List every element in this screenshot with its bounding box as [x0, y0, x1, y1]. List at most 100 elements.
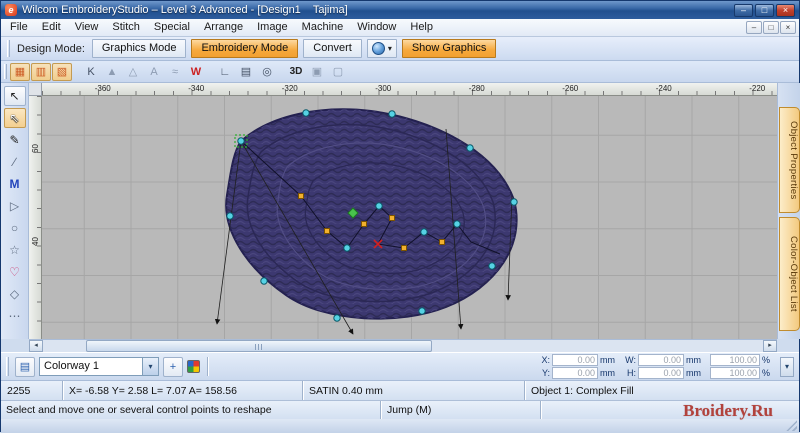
- hintbar: Select and move one or several control p…: [1, 400, 799, 419]
- travel-mode: Jump (M): [381, 401, 541, 419]
- digitize-pen-tool[interactable]: ✎: [4, 130, 26, 150]
- mdi-controls: – □ ×: [746, 19, 799, 36]
- menu-help[interactable]: Help: [403, 19, 440, 36]
- tab-color-object-list[interactable]: Color-Object List: [779, 217, 800, 331]
- menu-items: File Edit View Stitch Special Arrange Image Mac…: [3, 19, 440, 36]
- extra-icon-1[interactable]: ▣: [307, 63, 327, 81]
- machine-format-button[interactable]: ▾: [366, 39, 397, 58]
- design-canvas[interactable]: [42, 96, 777, 339]
- maximize-button[interactable]: □: [755, 3, 774, 17]
- h-field[interactable]: 0.00: [638, 367, 684, 379]
- chevron-down-icon[interactable]: ▾: [143, 357, 159, 376]
- lettering-icon[interactable]: W: [186, 63, 206, 81]
- menu-edit[interactable]: Edit: [35, 19, 68, 36]
- show-graphics-button[interactable]: Show Graphics: [401, 39, 497, 58]
- grid-icon[interactable]: ▤: [236, 63, 256, 81]
- embroidery-object[interactable]: [225, 108, 518, 320]
- menu-view[interactable]: View: [68, 19, 106, 36]
- window-title: Wilcom EmbroideryStudio – Level 3 Advanc…: [22, 4, 348, 16]
- mdi-restore-button[interactable]: □: [763, 21, 779, 34]
- hint-text: Select and move one or several control p…: [1, 401, 381, 419]
- more-tools[interactable]: ⋯: [4, 306, 26, 326]
- panel-options-button[interactable]: ▾: [780, 356, 794, 377]
- scale-x-field[interactable]: 100.00: [710, 354, 760, 366]
- toolbar-grip[interactable]: [6, 357, 9, 376]
- circle-tool[interactable]: ○: [4, 218, 26, 238]
- menu-arrange[interactable]: Arrange: [197, 19, 250, 36]
- mdi-minimize-button[interactable]: –: [746, 21, 762, 34]
- y-unit: mm: [600, 368, 615, 378]
- graphics-mode-button[interactable]: Graphics Mode: [91, 39, 187, 58]
- mdi-close-button[interactable]: ×: [780, 21, 796, 34]
- menu-window[interactable]: Window: [350, 19, 403, 36]
- design-mode-label: Design Mode:: [17, 42, 85, 55]
- toolbar-grip[interactable]: [4, 64, 7, 79]
- tab-object-properties[interactable]: Object Properties: [779, 107, 800, 213]
- w-field[interactable]: 0.00: [638, 354, 684, 366]
- show-stitches-icon[interactable]: ▥: [31, 62, 51, 81]
- toolbox: ↖ ⇖ ✎ ∕ M ▷ ○ ☆ ♡ ◇ ⋯: [1, 83, 29, 339]
- statusbar: 2255 X= -6.58 Y= 2.58 L= 7.07 A= 158.56 …: [1, 381, 799, 400]
- view-toolbar-icons: ▦ ▥ ▧ K ▲ △ A ≈ W ∟ ▤ ◎ 3D ▣ ▢: [10, 62, 348, 81]
- window-frame-bottom: [1, 419, 799, 433]
- toolbar-grip[interactable]: [7, 40, 10, 57]
- add-colorway-button[interactable]: +: [163, 356, 183, 377]
- extra-icon-2[interactable]: ▢: [328, 63, 348, 81]
- slow-redraw-icon[interactable]: ▲: [102, 63, 122, 81]
- menu-stitch[interactable]: Stitch: [105, 19, 147, 36]
- resize-grip-icon[interactable]: [786, 420, 797, 431]
- menu-machine[interactable]: Machine: [295, 19, 351, 36]
- line-tool[interactable]: ∕: [4, 152, 26, 172]
- select-tool[interactable]: ↖: [3, 86, 26, 106]
- colorway-selected-value[interactable]: Colorway 1: [39, 357, 143, 376]
- x-field[interactable]: 0.00: [552, 354, 598, 366]
- selected-object-info: Object 1: Complex Fill: [531, 384, 634, 397]
- scale-y-unit: %: [762, 368, 771, 378]
- close-button[interactable]: ×: [776, 3, 795, 17]
- mixed-colors-icon[interactable]: [187, 360, 200, 373]
- star-tool[interactable]: ☆: [4, 240, 26, 260]
- show-design-icon[interactable]: ▦: [10, 62, 30, 81]
- reshape-tool[interactable]: ⇖: [3, 108, 26, 128]
- menu-image[interactable]: Image: [250, 19, 295, 36]
- scroll-right-button[interactable]: ▸: [763, 340, 777, 352]
- scale-y-field[interactable]: 100.00: [710, 367, 760, 379]
- letter-spacing-icon[interactable]: A: [144, 63, 164, 81]
- h-label: H:: [627, 368, 636, 378]
- window-controls: – □ ×: [734, 3, 795, 17]
- x-label: X:: [541, 355, 550, 365]
- run-tool[interactable]: ▷: [4, 196, 26, 216]
- colorway-bar: ▤ Colorway 1 ▾ + X: 0.00 mm W: 0.00 mm 1…: [1, 352, 799, 381]
- convert-button[interactable]: Convert: [303, 39, 362, 58]
- separator: [207, 357, 208, 376]
- menu-file[interactable]: File: [3, 19, 35, 36]
- stitch-wave-icon[interactable]: ≈: [165, 63, 185, 81]
- scroll-left-button[interactable]: ◂: [29, 340, 43, 352]
- embroidery-mode-button[interactable]: Embroidery Mode: [191, 39, 299, 58]
- ruler-corner: [29, 83, 42, 96]
- scroll-track[interactable]: [43, 340, 763, 352]
- y-field[interactable]: 0.00: [552, 367, 598, 379]
- menubar: File Edit View Stitch Special Arrange Image Mac…: [1, 19, 799, 37]
- show-outlines-icon[interactable]: ▧: [52, 62, 72, 81]
- measure-icon[interactable]: ∟: [215, 63, 235, 81]
- mirror-tool[interactable]: ♡: [4, 262, 26, 282]
- connectors-icon[interactable]: K: [81, 63, 101, 81]
- hoop-icon[interactable]: ◎: [257, 63, 277, 81]
- show-functions-icon[interactable]: △: [123, 63, 143, 81]
- colorway-select[interactable]: Colorway 1 ▾: [39, 357, 159, 376]
- ruler-label: -240: [655, 84, 672, 93]
- ruler-label: -280: [468, 84, 485, 93]
- view-3d-icon[interactable]: 3D: [286, 63, 306, 81]
- horizontal-scrollbar: ◂ ▸: [29, 339, 777, 352]
- node-tool[interactable]: ◇: [4, 284, 26, 304]
- watermark: Broidery.Ru: [683, 401, 773, 420]
- lettering-tool[interactable]: M: [4, 174, 26, 194]
- y-label: Y:: [541, 368, 550, 378]
- colorway-docker-icon[interactable]: ▤: [15, 356, 35, 377]
- minimize-button[interactable]: –: [734, 3, 753, 17]
- w-label: W:: [625, 355, 636, 365]
- menu-special[interactable]: Special: [147, 19, 197, 36]
- scroll-thumb[interactable]: [86, 340, 432, 352]
- ruler-label: -360: [94, 84, 111, 93]
